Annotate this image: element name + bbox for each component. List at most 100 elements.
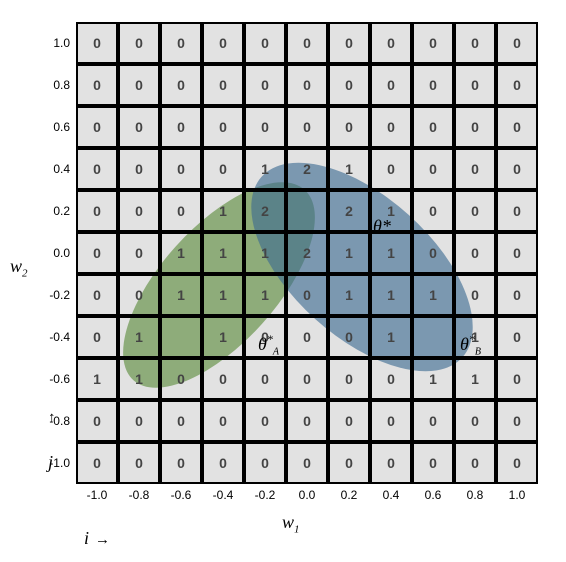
cell-value: 0 [261, 413, 269, 429]
grid-cell: 0 [76, 232, 118, 274]
grid-cell: 2 [328, 190, 370, 232]
grid-cell: 1 [202, 232, 244, 274]
cell-value: 0 [303, 35, 311, 51]
cell-value: 0 [513, 329, 521, 345]
x-tick: -0.6 [160, 488, 202, 506]
grid-cell: 0 [286, 274, 328, 316]
cell-value: 1 [93, 371, 101, 387]
cell-value: 1 [387, 245, 395, 261]
x-tick: -0.4 [202, 488, 244, 506]
grid-cell: 0 [76, 190, 118, 232]
cell-value: 0 [93, 203, 101, 219]
cell-value: 2 [303, 245, 311, 261]
grid-cell: 0 [202, 106, 244, 148]
grid-cell: 1 [244, 274, 286, 316]
grid-cell: 1 [370, 316, 412, 358]
cell-value: 0 [303, 371, 311, 387]
cell-value: 0 [471, 77, 479, 93]
grid-cell: 0 [160, 64, 202, 106]
cell-value: 0 [429, 413, 437, 429]
cell-value: 0 [219, 35, 227, 51]
grid-cell: 0 [454, 400, 496, 442]
cell-value: 0 [303, 77, 311, 93]
cell-value: 0 [303, 455, 311, 471]
grid-cell: 1 [76, 358, 118, 400]
cell-value: 0 [429, 455, 437, 471]
grid-cell: 0 [202, 22, 244, 64]
grid-cell: 0 [412, 106, 454, 148]
grid-cell [160, 316, 202, 358]
cell-value: 0 [177, 161, 185, 177]
grid-cell: 0 [160, 190, 202, 232]
cell-value: 1 [387, 287, 395, 303]
grid-cell: 1 [160, 274, 202, 316]
cell-value: 1 [345, 161, 353, 177]
cell-value: 0 [93, 119, 101, 135]
grid-cell: 0 [496, 232, 538, 274]
grid-cell: 0 [118, 400, 160, 442]
cell-value: 1 [177, 245, 185, 261]
grid-cell: 2 [244, 190, 286, 232]
heatmap-grid: 0000000000000000000000000000000000000121… [76, 22, 538, 484]
grid-cell: 0 [496, 22, 538, 64]
grid-cell: 0 [160, 106, 202, 148]
grid-cell: 0 [454, 442, 496, 484]
theta-a-base: θ [258, 334, 267, 354]
cell-value: 1 [387, 329, 395, 345]
grid-cell: 0 [76, 316, 118, 358]
cell-value: 0 [219, 371, 227, 387]
cell-value: 0 [387, 119, 395, 135]
grid-cell: 0 [202, 442, 244, 484]
grid-area: 0000000000000000000000000000000000000121… [76, 22, 538, 484]
cell-value: 0 [177, 119, 185, 135]
x-tick: 0.2 [328, 488, 370, 506]
y-axis-title: w2 [10, 256, 28, 280]
cell-value: 0 [219, 455, 227, 471]
cell-value: 0 [513, 455, 521, 471]
x-axis-title: w1 [282, 512, 300, 536]
grid-cell: 0 [118, 22, 160, 64]
cell-value: 0 [513, 287, 521, 303]
grid-cell: 1 [202, 274, 244, 316]
grid-cell: 0 [202, 148, 244, 190]
grid-cell: 0 [76, 64, 118, 106]
grid-cell: 0 [76, 22, 118, 64]
grid-cell [286, 190, 328, 232]
x-tick: 0.8 [454, 488, 496, 506]
cell-value: 0 [345, 77, 353, 93]
grid-cell: 0 [454, 148, 496, 190]
x-tick: -0.8 [118, 488, 160, 506]
cell-value: 0 [177, 35, 185, 51]
cell-value: 0 [219, 119, 227, 135]
i-index-label: i→ [84, 528, 110, 549]
cell-value: 0 [177, 455, 185, 471]
cell-value: 0 [471, 455, 479, 471]
grid-cell: 0 [286, 358, 328, 400]
cell-value: 0 [387, 371, 395, 387]
grid-cell: 0 [496, 442, 538, 484]
cell-value: 0 [177, 413, 185, 429]
grid-cell: 0 [244, 442, 286, 484]
cell-value: 0 [219, 413, 227, 429]
cell-value: 1 [135, 329, 143, 345]
x-axis-sub: 1 [294, 524, 300, 536]
cell-value: 0 [135, 161, 143, 177]
cell-value: 0 [135, 455, 143, 471]
grid-cell: 0 [286, 22, 328, 64]
cell-value: 0 [261, 77, 269, 93]
cell-value: 0 [135, 35, 143, 51]
up-arrow-icon: ↑ [48, 410, 56, 427]
grid-cell: 0 [244, 400, 286, 442]
grid-cell: 0 [244, 64, 286, 106]
cell-value: 0 [471, 203, 479, 219]
cell-value: 0 [135, 203, 143, 219]
y-axis-base: w [10, 256, 22, 276]
grid-cell: 1 [244, 148, 286, 190]
figure: 0000000000000000000000000000000000000121… [0, 0, 566, 562]
grid-cell: 0 [118, 106, 160, 148]
cell-value: 1 [345, 287, 353, 303]
cell-value: 0 [429, 203, 437, 219]
y-axis-sub: 2 [22, 268, 28, 280]
cell-value: 0 [345, 413, 353, 429]
cell-value: 0 [93, 35, 101, 51]
